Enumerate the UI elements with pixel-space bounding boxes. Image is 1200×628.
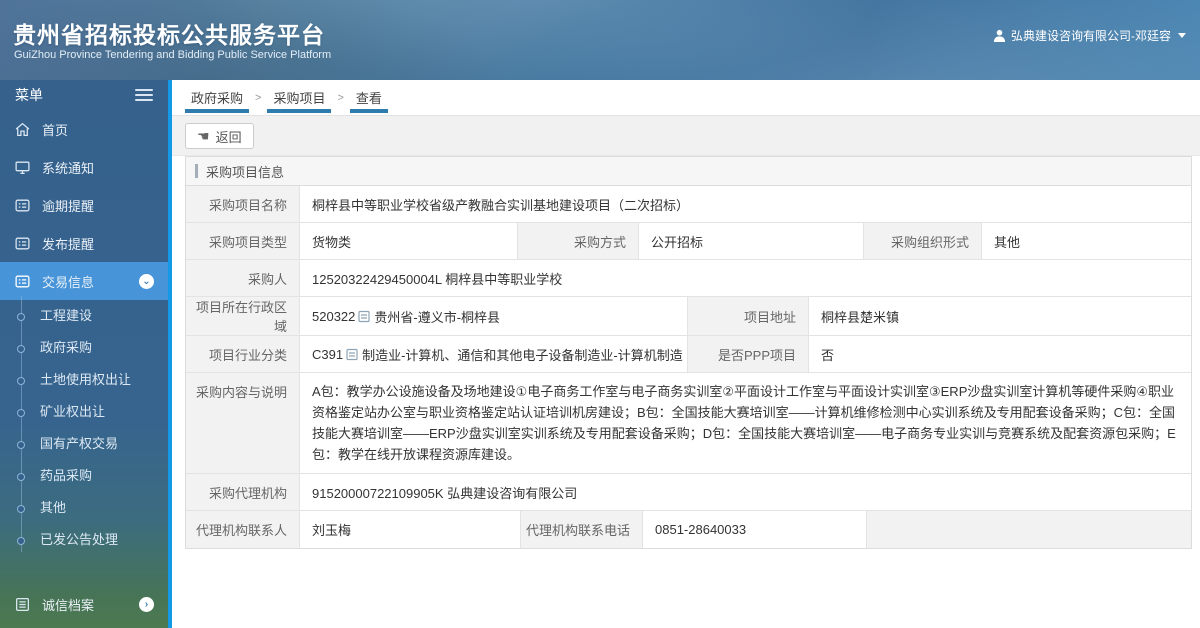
ppp-value: 否 [809, 336, 1191, 372]
document-icon [15, 275, 30, 287]
procurement-method-value: 公开招标 [639, 223, 864, 259]
field-label: 采购代理机构 [186, 474, 300, 510]
table-row: 采购代理机构 91520000722109905K 弘典建设咨询有限公司 [186, 474, 1191, 511]
sidebar-item-system-notice[interactable]: 系统通知 [0, 148, 168, 186]
user-menu[interactable]: 弘典建设咨询有限公司-邓廷容 [993, 27, 1186, 44]
region-code: 520322 [312, 308, 356, 324]
breadcrumb-procurement-project[interactable]: 采购项目 [267, 80, 332, 115]
industry-value: C391 制造业-计算机、通信和其他电子设备制造业-计算机制造 [300, 336, 688, 372]
industry-code: C391 [312, 346, 344, 362]
breadcrumb-view[interactable]: 查看 [349, 80, 388, 115]
project-address-value: 桐梓县楚米镇 [809, 297, 1191, 335]
field-label: 采购内容与说明 [186, 373, 300, 473]
region-value: 520322 贵州省-遵义市-桐梓县 [300, 297, 688, 335]
agency-value: 91520000722109905K 弘典建设咨询有限公司 [300, 474, 1191, 510]
agency-contact-value: 刘玉梅 [300, 511, 521, 548]
submenu-item-engineering[interactable]: 工程建设 [0, 300, 168, 332]
panel-title: 采购项目信息 [206, 164, 285, 180]
submenu-item-state-property[interactable]: 国有产权交易 [0, 428, 168, 460]
field-label: 采购项目名称 [186, 186, 300, 222]
sidebar-item-label: 交易信息 [42, 274, 95, 290]
field-label: 采购组织形式 [864, 223, 982, 259]
sidebar-item-label: 发布提醒 [42, 236, 95, 252]
monitor-icon [15, 161, 30, 174]
trade-info-submenu: 工程建设 政府采购 土地使用权出让 矿业权出让 国有产权交易 药品采购 其他 已… [0, 296, 168, 570]
project-name-value: 桐梓县中等职业学校省级产教融合实训基地建设项目（二次招标） [300, 186, 1191, 222]
field-label: 项目所在行政区域 [186, 297, 300, 335]
back-button-label: 返回 [215, 129, 242, 145]
table-row: 采购内容与说明 A包：教学办公设施设备及场地建设①电子商务工作室与电子商务实训室… [186, 373, 1191, 474]
chevron-down-circle-icon[interactable]: ⌄ [139, 273, 154, 289]
submenu-item-gov-procurement[interactable]: 政府采购 [0, 332, 168, 364]
sidebar-item-label: 逾期提醒 [42, 198, 95, 214]
procurement-content-value: A包：教学办公设施设备及场地建设①电子商务工作室与电子商务实训室②平面设计工作室… [300, 373, 1191, 473]
submenu-item-mining-rights[interactable]: 矿业权出让 [0, 396, 168, 428]
document-icon [15, 199, 30, 211]
user-icon [993, 29, 1006, 42]
submenu-item-published-announcements[interactable]: 已发公告处理 [0, 524, 168, 556]
table-row: 采购人 12520322429450004L 桐梓县中等职业学校 [186, 260, 1191, 297]
field-label: 项目地址 [688, 297, 809, 335]
industry-picker-icon[interactable] [346, 348, 358, 361]
table-row: 采购项目类型 货物类 采购方式 公开招标 采购组织形式 其他 [186, 223, 1191, 260]
back-hand-icon: ☚ [197, 128, 210, 144]
home-icon [15, 122, 30, 136]
panel-header: 采购项目信息 [186, 157, 1191, 186]
table-row: 采购项目名称 桐梓县中等职业学校省级产教融合实训基地建设项目（二次招标） [186, 186, 1191, 223]
submenu-item-drug-procurement[interactable]: 药品采购 [0, 460, 168, 492]
main-content: 政府采购 > 采购项目 > 查看 ☚ 返回 采购项目信息 采购项目名称 桐梓县中… [172, 80, 1200, 628]
project-type-value: 货物类 [300, 223, 518, 259]
sidebar-item-label: 首页 [42, 122, 69, 138]
region-text: 贵州省-遵义市-桐梓县 [374, 309, 501, 325]
document-icon [15, 237, 30, 249]
platform-subtitle: GuiZhou Province Tendering and Bidding P… [14, 49, 332, 61]
sidebar-item-home[interactable]: 首页 [0, 110, 168, 148]
field-label: 采购方式 [518, 223, 639, 259]
sidebar-item-overdue-reminder[interactable]: 逾期提醒 [0, 186, 168, 224]
sidebar-item-trade-info[interactable]: 交易信息 ⌄ [0, 262, 168, 300]
org-form-value: 其他 [982, 223, 1191, 259]
table-row: 项目所在行政区域 520322 贵州省-遵义市-桐梓县 项目地址 桐梓县楚米镇 [186, 297, 1191, 336]
sidebar: 菜单 首页 系统通知 逾期提醒 发布提醒 交易信息 ⌄ 工程建设 政府采购 土地… [0, 80, 168, 628]
sidebar-item-integrity-archive[interactable]: 诚信档案 › [0, 585, 168, 623]
region-picker-icon[interactable] [358, 310, 370, 323]
sidebar-item-account-settings[interactable]: 帐户设置 › [0, 623, 168, 628]
sidebar-item-publish-reminder[interactable]: 发布提醒 [0, 224, 168, 262]
sidebar-item-label: 系统通知 [42, 160, 95, 176]
table-row: 项目行业分类 C391 制造业-计算机、通信和其他电子设备制造业-计算机制造 是… [186, 336, 1191, 373]
breadcrumb: 政府采购 > 采购项目 > 查看 [172, 80, 1200, 116]
back-button[interactable]: ☚ 返回 [185, 123, 254, 149]
field-label: 采购人 [186, 260, 300, 296]
purchaser-value: 12520322429450004L 桐梓县中等职业学校 [300, 260, 1191, 296]
sidebar-menu-header: 菜单 [0, 80, 168, 110]
hamburger-icon[interactable] [135, 86, 153, 104]
breadcrumb-separator: > [337, 91, 344, 104]
list-icon [16, 597, 29, 611]
breadcrumb-gov-procurement[interactable]: 政府采购 [185, 80, 250, 115]
chevron-right-circle-icon[interactable]: › [139, 596, 154, 612]
field-label: 代理机构联系电话 [521, 511, 643, 548]
table-row: 代理机构联系人 刘玉梅 代理机构联系电话 0851-28640033 [186, 511, 1191, 548]
field-label: 是否PPP项目 [688, 336, 809, 372]
field-label: 项目行业分类 [186, 336, 300, 372]
sidebar-item-label: 诚信档案 [42, 597, 95, 613]
agency-phone-value: 0851-28640033 [643, 511, 867, 548]
breadcrumb-separator: > [255, 91, 262, 104]
submenu-item-other[interactable]: 其他 [0, 492, 168, 524]
menu-title: 菜单 [15, 87, 43, 103]
submenu-item-land-rights[interactable]: 土地使用权出让 [0, 364, 168, 396]
field-label: 采购项目类型 [186, 223, 300, 259]
project-info-panel: 采购项目信息 采购项目名称 桐梓县中等职业学校省级产教融合实训基地建设项目（二次… [185, 156, 1192, 549]
industry-text: 制造业-计算机、通信和其他电子设备制造业-计算机制造 [362, 347, 683, 363]
field-label: 代理机构联系人 [186, 511, 300, 548]
empty-cell [867, 511, 1191, 548]
platform-title: 贵州省招标投标公共服务平台 [13, 22, 325, 48]
chevron-down-icon [1178, 33, 1186, 38]
header-banner: 贵州省招标投标公共服务平台 GuiZhou Province Tendering… [0, 0, 1200, 80]
section-accent-bar [195, 164, 198, 178]
user-name: 弘典建设咨询有限公司-邓廷容 [1011, 29, 1171, 43]
toolbar: ☚ 返回 [172, 116, 1200, 156]
